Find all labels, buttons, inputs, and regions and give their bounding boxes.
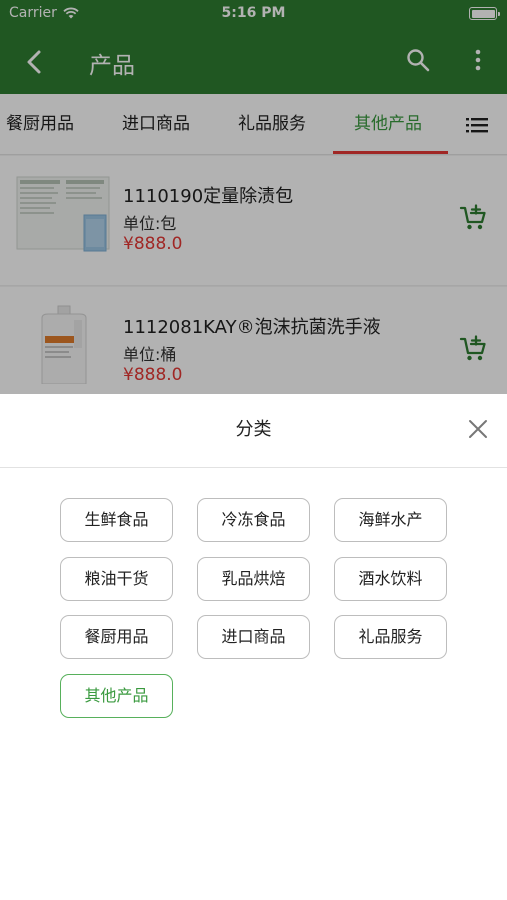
category-sheet: 分类 生鲜食品 冷冻食品 海鲜水产 粮油干货 乳品烘焙 酒水饮料 餐厨用品 进口… xyxy=(0,394,507,900)
sheet-title: 分类 xyxy=(235,419,272,440)
category-chip-frozen-food[interactable]: 冷冻食品 xyxy=(197,498,310,542)
sheet-divider xyxy=(0,467,507,468)
category-chip-other-products[interactable]: 其他产品 xyxy=(60,674,173,718)
category-chip-imported-goods[interactable]: 进口商品 xyxy=(197,615,310,659)
category-chip-seafood[interactable]: 海鲜水产 xyxy=(334,498,447,542)
category-chip-beverages[interactable]: 酒水饮料 xyxy=(334,557,447,601)
category-chip-grain-oil[interactable]: 粮油干货 xyxy=(60,557,173,601)
category-chip-dairy-bakery[interactable]: 乳品烘焙 xyxy=(197,557,310,601)
category-chip-gift-services[interactable]: 礼品服务 xyxy=(334,615,447,659)
modal-backdrop[interactable] xyxy=(0,0,507,394)
category-chip-fresh-food[interactable]: 生鲜食品 xyxy=(60,498,173,542)
category-chip-kitchenware[interactable]: 餐厨用品 xyxy=(60,615,173,659)
close-icon[interactable] xyxy=(467,418,489,440)
